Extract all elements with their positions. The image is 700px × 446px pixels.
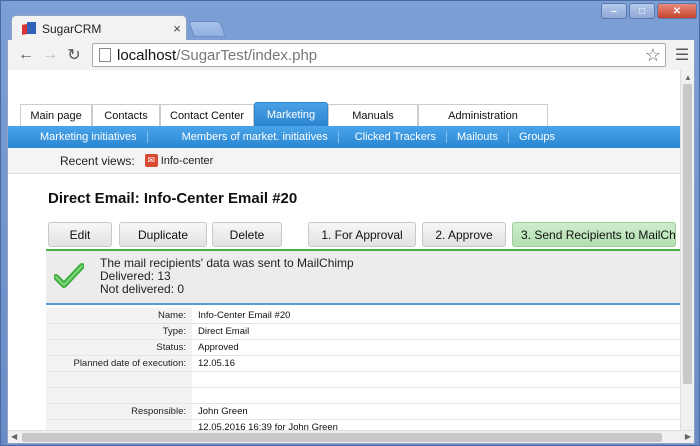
close-tab-icon[interactable]: × bbox=[168, 21, 186, 36]
delete-button[interactable]: Delete bbox=[212, 222, 282, 247]
sugarcrm-favicon-icon bbox=[22, 21, 36, 36]
detail-row-name: Name: Info-Center Email #20 bbox=[46, 308, 682, 324]
detail-label: Type: bbox=[46, 324, 192, 339]
detail-value: Direct Email bbox=[198, 326, 250, 337]
edit-button[interactable]: Edit bbox=[48, 222, 112, 247]
success-notice: The mail recipients' data was sent to Ma… bbox=[46, 249, 682, 305]
main-content: Direct Email: Info-Center Email #20 Edit… bbox=[8, 174, 682, 430]
tab-strip: SugarCRM × – □ ✕ bbox=[1, 1, 700, 41]
module-tab-contact-center[interactable]: Contact Center bbox=[160, 104, 254, 126]
detail-value: 12.05.16 bbox=[198, 358, 235, 369]
new-tab-button[interactable] bbox=[188, 21, 226, 37]
minimize-icon[interactable]: – bbox=[601, 3, 627, 19]
detail-label bbox=[46, 420, 192, 430]
url-host: localhost bbox=[117, 46, 177, 64]
subnav-mailouts[interactable]: Mailouts bbox=[447, 131, 509, 143]
tab-title: SugarCRM bbox=[42, 21, 102, 36]
notice-text: The mail recipients' data was sent to Ma… bbox=[100, 257, 354, 296]
menu-icon[interactable]: ☰ bbox=[670, 45, 694, 65]
url-path: /SugarTest/index.php bbox=[176, 46, 318, 64]
subnav-marketing-initiatives[interactable]: Marketing initiatives bbox=[40, 131, 148, 143]
detail-row-planned-date: Planned date of execution: 12.05.16 bbox=[46, 356, 682, 372]
page-viewport: Main page Contacts Contact Center Market… bbox=[7, 70, 695, 430]
detail-value: Approved bbox=[198, 342, 239, 353]
detail-row-status: Status: Approved bbox=[46, 340, 682, 356]
check-icon bbox=[54, 263, 84, 288]
detail-label: Planned date of execution: bbox=[46, 356, 192, 371]
subnav-members[interactable]: Members of market. initiatives bbox=[172, 131, 339, 143]
module-tab-administration[interactable]: Administration bbox=[418, 104, 548, 126]
detail-row-empty bbox=[46, 388, 682, 404]
back-arrow-icon[interactable]: ← bbox=[14, 43, 38, 67]
scroll-up-icon[interactable]: ▲ bbox=[684, 73, 692, 82]
recent-item-link[interactable]: Info-center bbox=[161, 155, 214, 167]
reload-icon[interactable]: ↻ bbox=[62, 43, 86, 67]
detail-label: Responsible: bbox=[46, 404, 192, 419]
approve-button[interactable]: 2. Approve bbox=[422, 222, 506, 247]
vertical-scrollbar[interactable]: ▲ bbox=[680, 70, 694, 430]
module-tab-contacts[interactable]: Contacts bbox=[92, 104, 160, 126]
detail-label: Name: bbox=[46, 308, 192, 323]
browser-tab[interactable]: SugarCRM × bbox=[11, 15, 187, 41]
mail-campaign-icon: ✉ bbox=[144, 154, 158, 167]
detail-row-type: Type: Direct Email bbox=[46, 324, 682, 340]
action-buttons: Edit Duplicate Delete 1. For Approval 2.… bbox=[48, 222, 676, 247]
detail-value bbox=[192, 388, 682, 403]
browser-window: SugarCRM × – □ ✕ ← → ↻ localhost /SugarT… bbox=[0, 0, 700, 446]
detail-label: Status: bbox=[46, 340, 192, 355]
page-title: Direct Email: Info-Center Email #20 bbox=[48, 190, 298, 207]
detail-value: John Green bbox=[198, 406, 248, 417]
notice-line-3: Not delivered: 0 bbox=[100, 282, 185, 296]
detail-row-modified: 12.05.2016 16:39 for John Green bbox=[46, 420, 682, 430]
close-icon[interactable]: ✕ bbox=[657, 3, 697, 19]
module-tab-manuals[interactable]: Manuals bbox=[328, 104, 418, 126]
star-icon[interactable]: ☆ bbox=[641, 45, 665, 66]
detail-row-responsible: Responsible: John Green bbox=[46, 404, 682, 420]
detail-label bbox=[46, 372, 192, 387]
page-icon bbox=[99, 48, 111, 62]
vertical-scroll-thumb[interactable] bbox=[683, 84, 692, 384]
detail-value: 12.05.2016 16:39 for John Green bbox=[198, 422, 338, 430]
maximize-icon[interactable]: □ bbox=[629, 3, 655, 19]
subnav-groups[interactable]: Groups bbox=[509, 131, 565, 143]
sub-navigation: Marketing initiatives Members of market.… bbox=[8, 126, 682, 148]
scroll-left-icon[interactable]: ◀ bbox=[11, 432, 17, 441]
send-to-mailchimp-button[interactable]: 3. Send Recipients to MailChimp bbox=[512, 222, 676, 247]
detail-value bbox=[192, 372, 682, 387]
detail-row-empty bbox=[46, 372, 682, 388]
subnav-clicked-trackers[interactable]: Clicked Trackers bbox=[345, 131, 447, 143]
duplicate-button[interactable]: Duplicate bbox=[119, 222, 207, 247]
module-tab-marketing[interactable]: Marketing bbox=[254, 102, 328, 126]
recent-views-label: Recent views: bbox=[60, 153, 135, 168]
forward-arrow-icon[interactable]: → bbox=[38, 43, 62, 67]
horizontal-scrollbar[interactable]: ◀ ▶ bbox=[7, 430, 695, 444]
module-tab-main-page[interactable]: Main page bbox=[20, 104, 92, 126]
recent-views-bar: Recent views: ✉ Info-center bbox=[8, 148, 682, 174]
browser-toolbar: ← → ↻ localhost /SugarTest/index.php ☆ ☰ bbox=[7, 40, 695, 70]
detail-label bbox=[46, 388, 192, 403]
detail-panel: Name: Info-Center Email #20 Type: Direct… bbox=[46, 308, 682, 430]
detail-value: Info-Center Email #20 bbox=[198, 310, 291, 321]
module-tabs: Main page Contacts Contact Center Market… bbox=[20, 102, 682, 126]
scroll-right-icon[interactable]: ▶ bbox=[685, 432, 691, 441]
window-controls: – □ ✕ bbox=[601, 3, 697, 19]
for-approval-button[interactable]: 1. For Approval bbox=[308, 222, 416, 247]
address-bar[interactable]: localhost /SugarTest/index.php ☆ bbox=[92, 43, 666, 67]
horizontal-scroll-thumb[interactable] bbox=[22, 433, 662, 442]
